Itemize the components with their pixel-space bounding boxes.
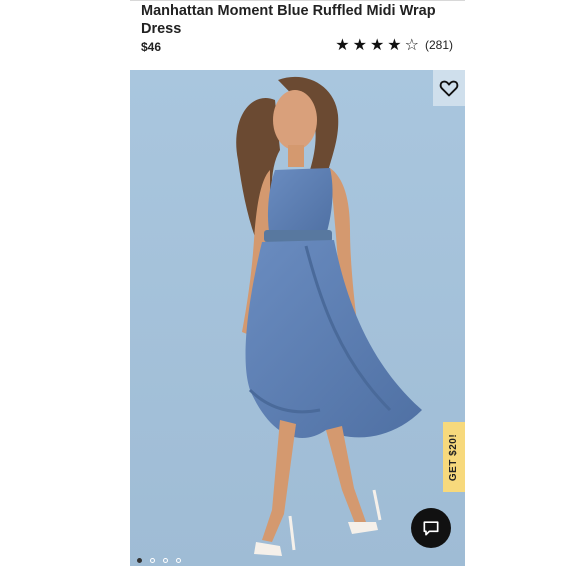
star-filled-icon: ★ <box>352 35 367 54</box>
carousel-dot[interactable] <box>176 558 181 563</box>
promo-tab[interactable]: GET $20! <box>443 422 465 492</box>
rating[interactable]: ★ ★ ★ ★ ☆ (281) <box>335 36 453 54</box>
product-title: Manhattan Moment Blue Ruffled Midi Wrap … <box>141 3 436 37</box>
carousel-dots <box>137 558 181 563</box>
product-card: Manhattan Moment Blue Ruffled Midi Wrap … <box>130 0 465 580</box>
review-count[interactable]: (281) <box>425 38 453 52</box>
chat-button[interactable] <box>411 508 451 548</box>
carousel-dot[interactable] <box>137 558 142 563</box>
favorite-button[interactable] <box>433 70 465 106</box>
heart-icon <box>439 80 459 97</box>
dress-photo <box>130 70 465 566</box>
carousel-dot[interactable] <box>163 558 168 563</box>
product-image[interactable]: GET $20! <box>130 70 465 566</box>
star-filled-icon: ★ <box>369 35 385 54</box>
carousel-dot[interactable] <box>150 558 155 563</box>
star-filled-icon: ★ <box>335 35 350 54</box>
star-empty-icon: ☆ <box>404 35 419 54</box>
divider <box>130 0 465 1</box>
product-price: $46 <box>141 40 162 54</box>
chat-icon <box>423 521 439 536</box>
star-filled-icon: ★ <box>387 35 402 54</box>
promo-label: GET $20! <box>448 433 460 481</box>
